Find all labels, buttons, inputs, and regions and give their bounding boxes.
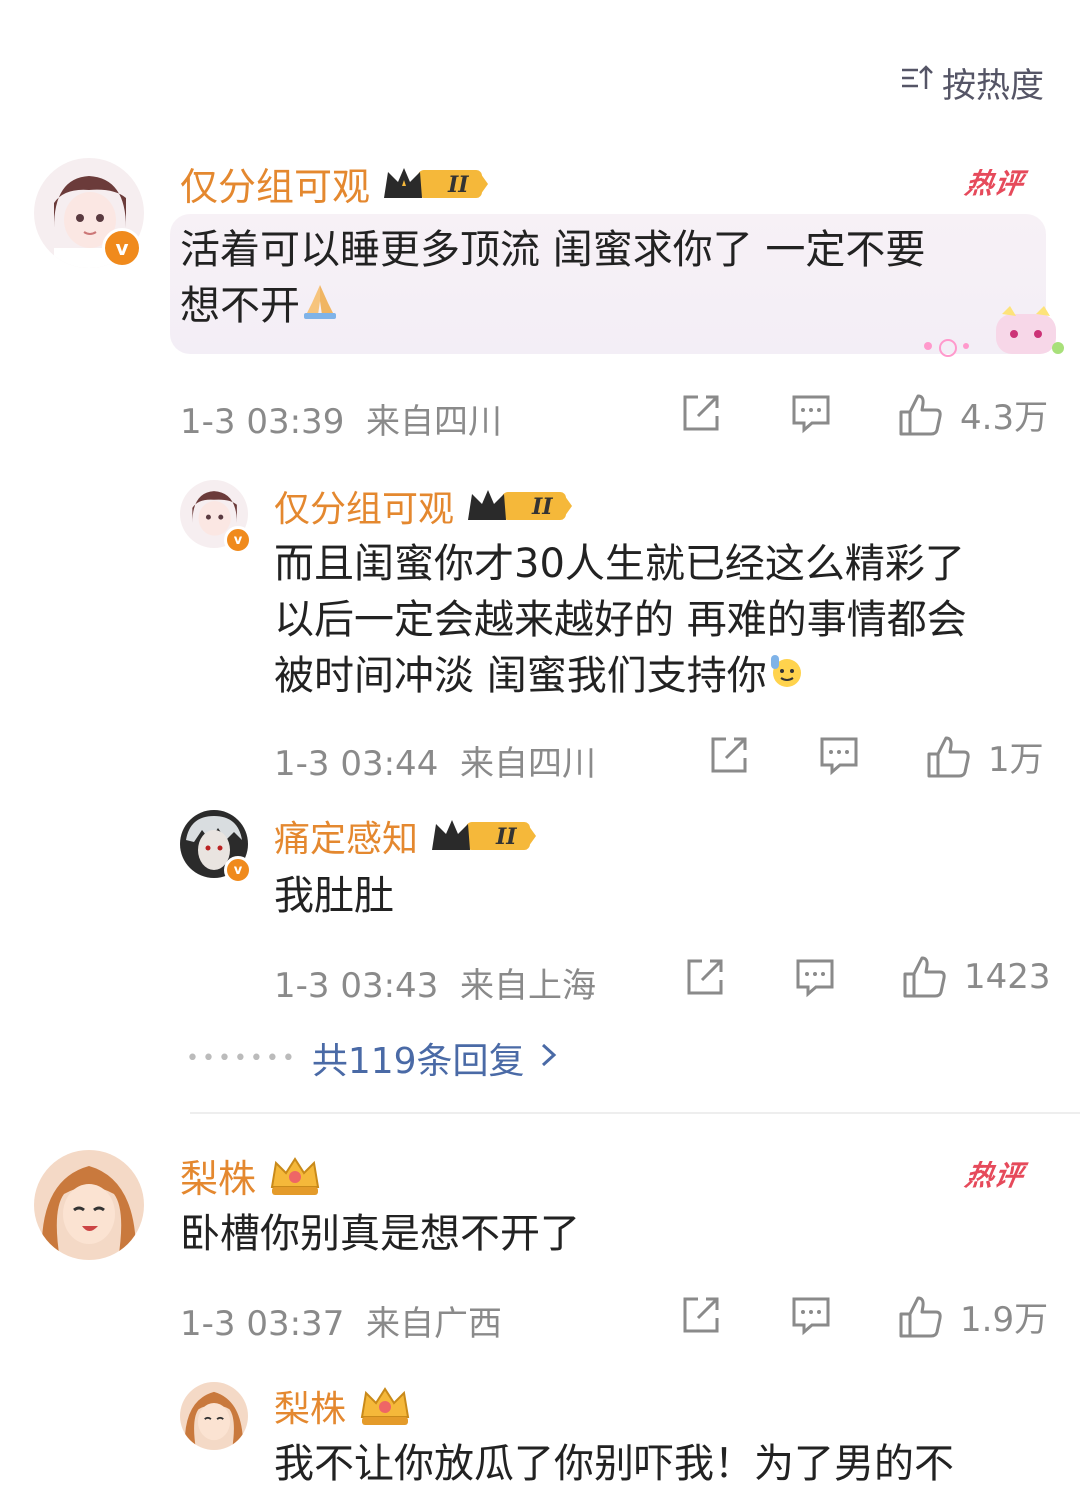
hot-comment-badge: 热评: [962, 1159, 1027, 1192]
thumbs-up-icon: [903, 956, 946, 998]
like-count: 4.3万: [960, 398, 1049, 438]
crown-badge-icon: [358, 1385, 412, 1427]
like-button[interactable]: 1.9万: [898, 1292, 1048, 1341]
verified-badge-icon: v: [224, 856, 252, 884]
comment-meta: 1-3 03:37 来自广西: [180, 1304, 502, 1344]
comment-meta: 1-3 03:43 来自上海: [274, 966, 596, 1006]
comment-icon: [820, 737, 858, 776]
praying-hands-icon: [300, 280, 340, 336]
comment-icon: [792, 395, 830, 434]
share-icon: [687, 959, 723, 995]
more-replies-link[interactable]: ••••••• 共119条回复: [186, 1032, 559, 1084]
waving-emoji-icon: [767, 650, 807, 706]
sort-label: 按热度: [942, 66, 1044, 106]
share-icon: [711, 737, 747, 773]
share-button[interactable]: [680, 1294, 722, 1340]
divider: [190, 1112, 1080, 1114]
comment-icon: [792, 1297, 830, 1336]
username[interactable]: 仅分组可观 II: [274, 480, 574, 532]
thumbs-up-icon: [927, 736, 970, 777]
verified-badge-icon: v: [224, 526, 252, 554]
share-button[interactable]: [680, 392, 722, 438]
reply-button[interactable]: [790, 392, 832, 438]
comment-text: 活着可以睡更多顶流 闺蜜求你了 一定不要 想不开: [180, 222, 1040, 336]
comment-icon: [796, 959, 834, 998]
svg-text:II: II: [447, 172, 469, 198]
like-button[interactable]: 4.3万: [898, 390, 1048, 439]
like-count: 1万: [988, 740, 1044, 780]
share-icon: [683, 1297, 719, 1333]
username[interactable]: 痛定感知 II: [274, 810, 538, 862]
svg-text:II: II: [531, 494, 553, 520]
share-button[interactable]: [684, 956, 726, 1002]
like-count: 1.9万: [960, 1300, 1049, 1340]
comment-meta: 1-3 03:39 来自四川: [180, 402, 502, 442]
verified-badge-icon: v: [102, 228, 142, 268]
share-button[interactable]: [708, 734, 750, 780]
username[interactable]: 仅分组可观 II: [180, 156, 490, 211]
share-icon: [683, 395, 719, 431]
avatar[interactable]: [180, 1382, 248, 1450]
crown-badge-icon: [268, 1155, 322, 1197]
like-count: 1423: [964, 957, 1051, 997]
reply-button[interactable]: [794, 956, 836, 1002]
username[interactable]: 梨株: [180, 1148, 322, 1203]
like-button[interactable]: 1万: [926, 732, 1044, 781]
svg-text:II: II: [495, 824, 517, 850]
reply-button[interactable]: [790, 1294, 832, 1340]
comment-meta: 1-3 03:44 来自四川: [274, 744, 596, 784]
sort-icon: [900, 61, 934, 104]
crown-level-icon: II: [430, 816, 538, 856]
chevron-right-icon: [539, 1038, 559, 1079]
sort-by-heat-button[interactable]: 按热度: [900, 58, 1044, 107]
thumbs-up-icon: [899, 1296, 942, 1337]
comment-text: 而且闺蜜你才30人生就已经这么精彩了 以后一定会越来越好的 再难的事情都会 被时…: [274, 536, 1054, 706]
reply-button[interactable]: [818, 734, 860, 780]
comment-text: 我不让你放瓜了你别吓我！为了男的不: [274, 1441, 954, 1487]
crown-level-icon: II: [466, 486, 574, 526]
like-button[interactable]: 1423: [902, 954, 1051, 1000]
crown-level-icon: II: [382, 164, 490, 204]
thumbs-up-icon: [899, 394, 942, 435]
comment-text: 卧槽你别真是想不开了: [180, 1211, 580, 1257]
decoration-sticker: [918, 304, 1068, 368]
username[interactable]: 梨株: [274, 1380, 412, 1432]
dots-separator: •••••••: [186, 1045, 298, 1071]
avatar[interactable]: [34, 1150, 144, 1260]
hot-comment-badge: 热评: [962, 167, 1027, 200]
comment-text: 我肚肚: [274, 873, 394, 919]
